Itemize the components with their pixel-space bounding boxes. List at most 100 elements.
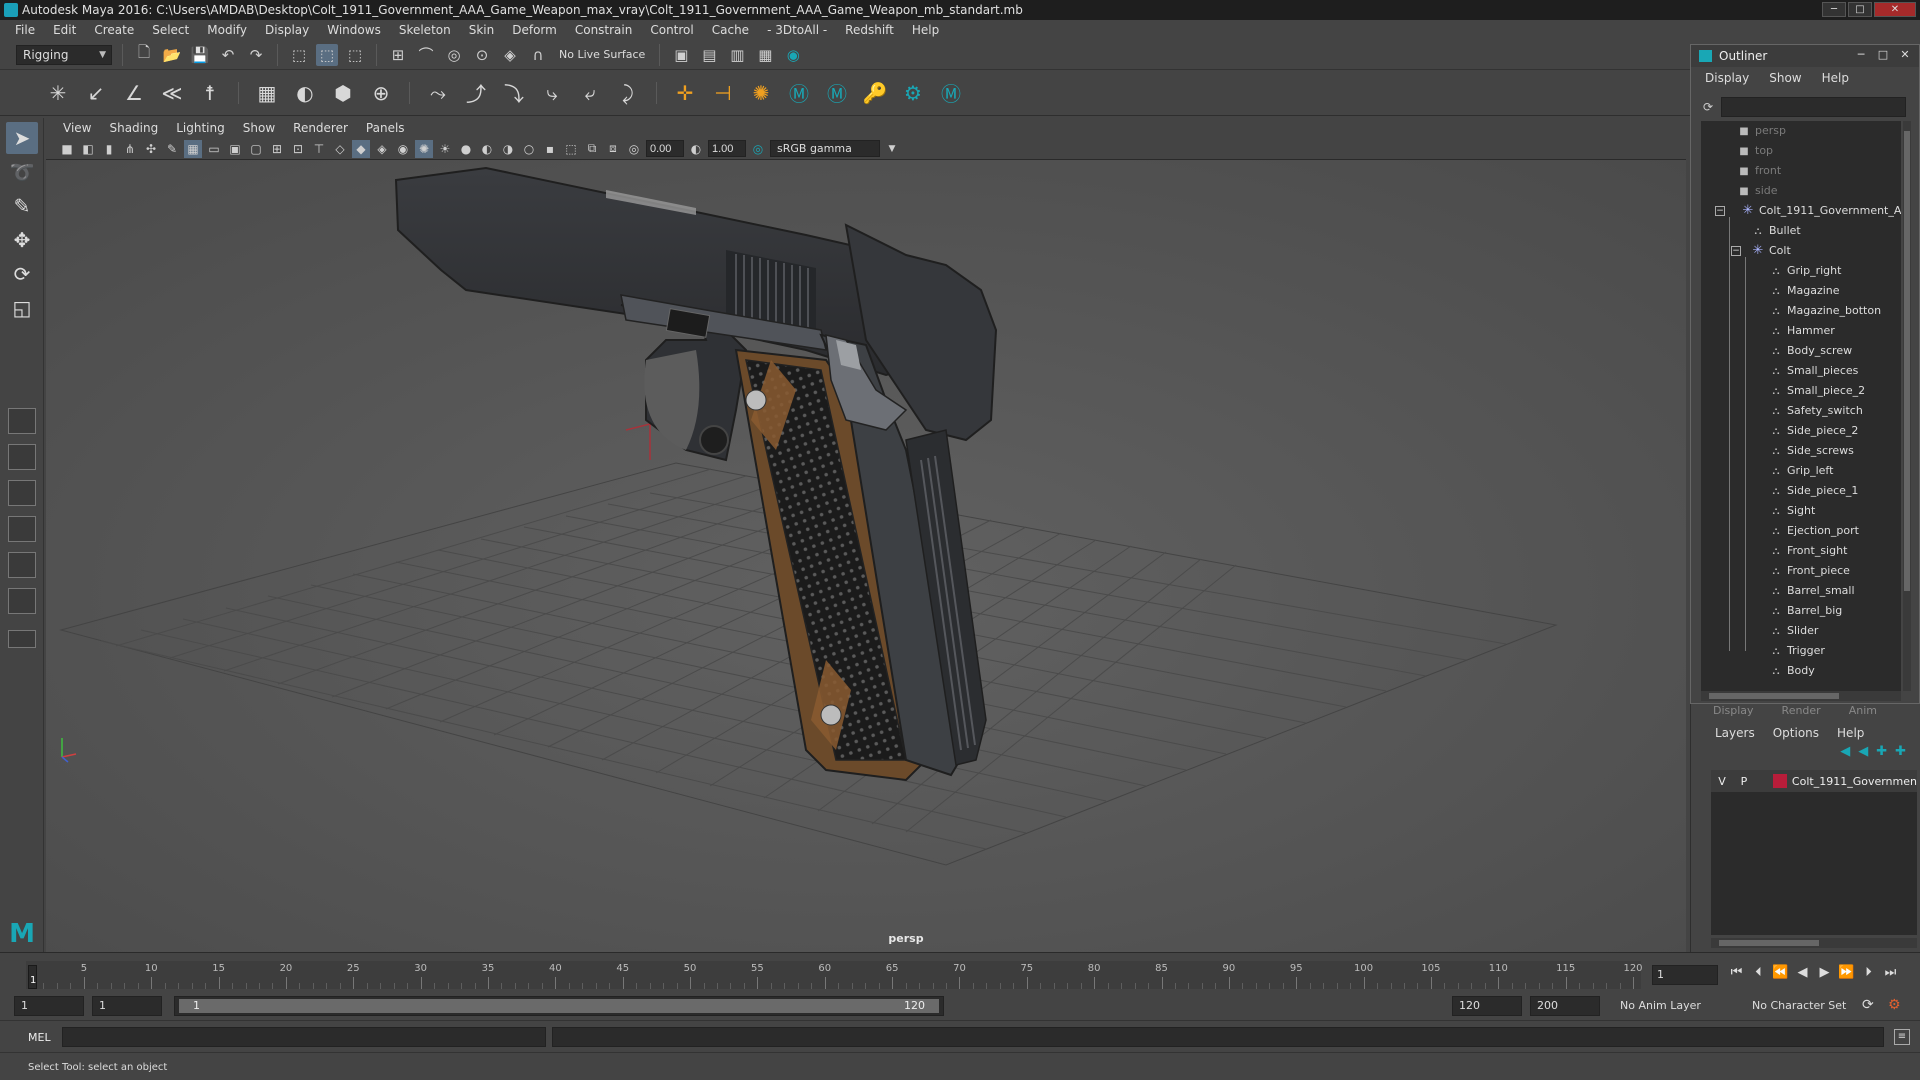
joint-tool-icon[interactable]: ✳ <box>44 79 72 107</box>
tab-anim[interactable]: Anim <box>1849 704 1877 722</box>
menu-constrain[interactable]: Constrain <box>566 23 642 37</box>
paint-weights-icon[interactable]: ⤷ <box>538 79 566 107</box>
redo-icon[interactable]: ↷ <box>245 44 267 66</box>
range-thumb[interactable]: 1 120 <box>179 999 939 1013</box>
outliner-item-colt[interactable]: − ✳ Colt <box>1701 241 1901 261</box>
undo-icon[interactable]: ↶ <box>217 44 239 66</box>
lattice-icon[interactable]: ▦ <box>253 79 281 107</box>
outliner-vertical-scrollbar[interactable] <box>1903 121 1911 691</box>
outliner-item-small-piece-2[interactable]: ⛬ Small_piece_2 <box>1701 381 1901 401</box>
outliner-item-top[interactable]: ■ top <box>1701 141 1901 161</box>
menu-redshift[interactable]: Redshift <box>836 23 903 37</box>
playback-start-field[interactable]: 1 <box>92 996 162 1016</box>
select-object-icon[interactable]: ⬚ <box>316 43 338 66</box>
range-bar[interactable]: 1 120 <box>174 996 944 1016</box>
new-layer-icon[interactable]: ✚ <box>1876 744 1887 766</box>
hypershade-layout-icon[interactable] <box>8 552 36 578</box>
current-frame-field[interactable]: 1 <box>1652 965 1718 985</box>
outliner-item-front[interactable]: ■ front <box>1701 161 1901 181</box>
outliner-item-side-piece-1[interactable]: ⛬ Side_piece_1 <box>1701 481 1901 501</box>
tab-display[interactable]: Display <box>1713 704 1754 722</box>
menuset-dropdown[interactable]: Rigging ▼ <box>16 44 112 65</box>
chevron-down-icon[interactable]: ▼ <box>883 140 901 158</box>
outliner-item-grip-right[interactable]: ⛬ Grip_right <box>1701 261 1901 281</box>
point-constraint-icon[interactable]: ✛ <box>671 79 699 107</box>
outliner-item-body-screw[interactable]: ⛬ Body_screw <box>1701 341 1901 361</box>
resolution-gate-icon[interactable]: ▣ <box>226 140 244 158</box>
vp-menu-shading[interactable]: Shading <box>100 121 167 135</box>
play-forwards-icon[interactable]: ▶ <box>1816 965 1833 980</box>
go-to-end-icon[interactable]: ⏭ <box>1882 965 1899 980</box>
move-layer-down-icon[interactable]: ◀ <box>1858 744 1868 766</box>
outliner-item-side[interactable]: ■ side <box>1701 181 1901 201</box>
connection-editor-icon[interactable]: ⚙ <box>899 79 927 107</box>
outliner-item-magazine[interactable]: ⛬ Magazine <box>1701 281 1901 301</box>
vp-menu-renderer[interactable]: Renderer <box>284 121 357 135</box>
animation-start-field[interactable]: 1 <box>14 996 84 1016</box>
xray-joints-icon[interactable]: ⧉ <box>583 140 601 158</box>
sculpt-icon[interactable]: ⊕ <box>367 79 395 107</box>
perspective-viewport[interactable]: persp <box>46 160 1686 952</box>
ik-handle-icon[interactable]: ∠ <box>120 79 148 107</box>
render-settings-icon[interactable]: ▦ <box>754 44 776 66</box>
outliner-item-small-pieces[interactable]: ⛬ Small_pieces <box>1701 361 1901 381</box>
live-surface-label[interactable]: No Live Surface <box>555 48 649 61</box>
safe-title-icon[interactable]: ⊤ <box>310 140 328 158</box>
exposure-field[interactable] <box>646 140 684 157</box>
xray-components-icon[interactable]: ⧈ <box>604 140 622 158</box>
snap-surface-icon[interactable]: ◈ <box>499 44 521 66</box>
color-space-dropdown[interactable]: sRGB gamma <box>770 140 880 157</box>
outliner-item-grip-left[interactable]: ⛬ Grip_left <box>1701 461 1901 481</box>
vp-menu-show[interactable]: Show <box>234 121 284 135</box>
outliner-item-ejection-port[interactable]: ⛬ Ejection_port <box>1701 521 1901 541</box>
open-scene-icon[interactable]: 📂 <box>161 44 183 66</box>
outliner-item-persp[interactable]: ■ persp <box>1701 121 1901 141</box>
time-slider-track[interactable]: 5 10 15 20 25 30 35 40 45 50 55 60 65 70 75 80 85 90 95 100… <box>26 961 1643 989</box>
snap-curve-icon[interactable]: ⌒ <box>415 44 437 66</box>
isolate-select-icon[interactable]: ▪ <box>541 140 559 158</box>
character-set-dropdown[interactable]: No Character Set <box>1752 996 1872 1016</box>
collapse-icon[interactable]: − <box>1731 246 1741 256</box>
depth-of-field-icon[interactable]: ○ <box>520 140 538 158</box>
outliner-item-trigger[interactable]: ⛬ Trigger <box>1701 641 1901 661</box>
step-back-key-icon[interactable]: ⏪ <box>1772 965 1789 980</box>
outliner-search-input[interactable] <box>1721 97 1906 117</box>
grease-pencil-icon[interactable]: ✎ <box>163 140 181 158</box>
auto-key-icon[interactable]: ⟳ <box>1862 997 1874 1013</box>
image-plane-icon[interactable]: ⋔ <box>121 140 139 158</box>
wireframe-on-shaded-icon[interactable]: ◈ <box>373 140 391 158</box>
outliner-item-barrel-big[interactable]: ⛬ Barrel_big <box>1701 601 1901 621</box>
step-forward-key-icon[interactable]: ⏩ <box>1838 965 1855 980</box>
outliner-item-front-sight[interactable]: ⛬ Front_sight <box>1701 541 1901 561</box>
use-all-lights-icon[interactable]: ✺ <box>415 139 433 158</box>
camera-attributes-icon[interactable]: ◧ <box>79 140 97 158</box>
perspective-uv-layout-icon[interactable] <box>8 588 36 614</box>
render-view-icon[interactable]: ▣ <box>670 44 692 66</box>
outliner-item-slider[interactable]: ⛬ Slider <box>1701 621 1901 641</box>
smooth-bind-icon[interactable]: ⤴ <box>462 79 490 107</box>
hypershade-icon[interactable]: ◉ <box>782 44 804 66</box>
layers-menu-help[interactable]: Help <box>1837 726 1864 740</box>
color-management-icon[interactable]: ◎ <box>749 140 767 158</box>
menu-windows[interactable]: Windows <box>318 23 390 37</box>
menu-edit[interactable]: Edit <box>44 23 85 37</box>
exposure-icon[interactable]: ◎ <box>625 140 643 158</box>
scale-tool-icon[interactable]: ◱ <box>6 292 38 324</box>
menu-display[interactable]: Display <box>256 23 318 37</box>
outliner-item-root[interactable]: −✳Colt_1911_Government_AAA <box>1701 201 1901 221</box>
step-forward-frame-icon[interactable]: ⏵ <box>1860 965 1877 980</box>
ipr-render-icon[interactable]: ▥ <box>726 44 748 66</box>
menu-modify[interactable]: Modify <box>198 23 256 37</box>
select-component-icon[interactable]: ⬚ <box>344 44 366 66</box>
lasso-tool-icon[interactable]: ➰ <box>6 156 38 188</box>
move-layer-up-icon[interactable]: ◀ <box>1840 744 1850 766</box>
outliner-minimize-button[interactable]: ─ <box>1851 48 1871 62</box>
humanik-icon[interactable]: ☨ <box>196 79 224 107</box>
menu-cache[interactable]: Cache <box>703 23 758 37</box>
script-editor-icon[interactable]: ≡ <box>1894 1029 1910 1045</box>
xray-icon[interactable]: ⬚ <box>562 140 580 158</box>
animation-preferences-icon[interactable]: ⚙ <box>1888 997 1901 1013</box>
animation-end-field[interactable]: 200 <box>1530 996 1600 1016</box>
single-perspective-layout-icon[interactable] <box>8 408 36 434</box>
maya-tool-3-icon[interactable]: Ⓜ <box>937 79 965 107</box>
